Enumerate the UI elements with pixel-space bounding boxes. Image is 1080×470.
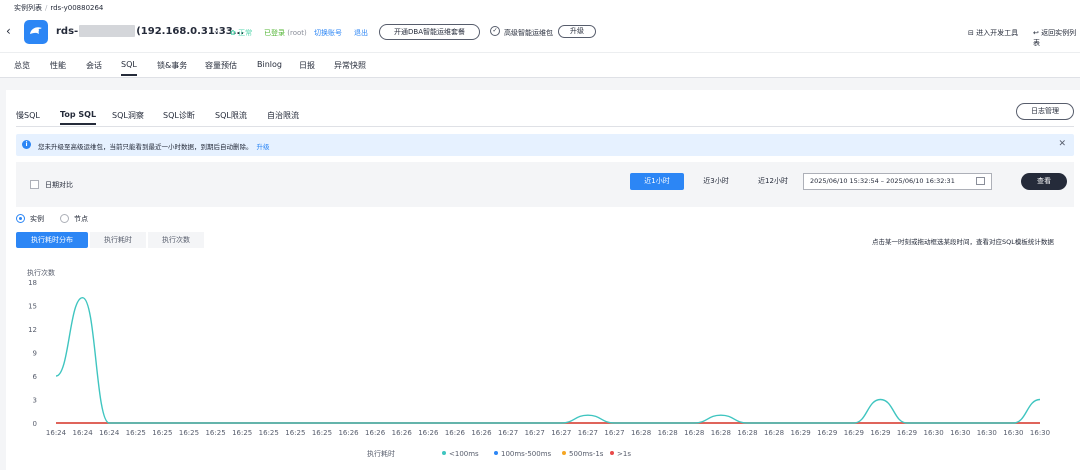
- tab-daily[interactable]: 日报: [299, 60, 315, 71]
- login-status: 已登录 (root): [264, 28, 307, 38]
- x-tick-label: 16:30: [977, 429, 997, 437]
- x-tick-label: 16:24: [99, 429, 120, 437]
- instance-name-suffix: (192.168.0.31:33...: [136, 26, 245, 37]
- export-icon: ⊟: [968, 29, 974, 37]
- y-tick-label: 15: [28, 303, 37, 311]
- status-badge: ✿ 正常: [230, 29, 253, 37]
- status-ok-text: 正常: [238, 29, 253, 37]
- login-user: (root): [287, 29, 307, 37]
- x-tick-label: 16:29: [870, 429, 890, 437]
- x-tick-label: 16:25: [152, 429, 172, 437]
- x-tick-label: 16:30: [950, 429, 970, 437]
- upgrade-button[interactable]: 升级: [558, 25, 596, 38]
- x-tick-label: 16:27: [604, 429, 624, 437]
- package-label: 高级智能运维包: [504, 29, 553, 37]
- redacted-mask: [79, 25, 136, 37]
- x-tick-label: 16:28: [658, 429, 678, 437]
- x-tick-label: 16:24: [46, 429, 67, 437]
- breadcrumb-current: rds-y00880264: [50, 4, 104, 12]
- rds-dolphin-icon: [24, 20, 48, 44]
- legend-label: 100ms-500ms: [501, 450, 552, 458]
- x-tick-label: 16:26: [445, 429, 466, 437]
- tab-sql[interactable]: SQL: [121, 60, 137, 76]
- return-icon: ↩: [1033, 29, 1039, 37]
- breadcrumb-separator: /: [45, 4, 48, 12]
- x-tick-label: 16:28: [684, 429, 704, 437]
- legend-label: >1s: [617, 450, 631, 458]
- x-tick-label: 16:30: [1003, 429, 1023, 437]
- x-tick-label: 16:25: [179, 429, 199, 437]
- x-tick-label: 16:29: [844, 429, 864, 437]
- open-dba-button[interactable]: 开通DBA智能运维套餐: [379, 24, 480, 40]
- tab-overview[interactable]: 总览: [14, 60, 30, 71]
- y-tick-label: 0: [33, 420, 37, 428]
- switch-account-link[interactable]: 切换账号: [314, 28, 342, 38]
- x-tick-label: 16:25: [232, 429, 252, 437]
- logout-link[interactable]: 退出: [354, 28, 368, 38]
- legend-marker: [442, 451, 446, 455]
- dev-tool-link[interactable]: ⊟ 进入开发工具: [968, 28, 1018, 38]
- y-tick-label: 9: [33, 350, 37, 358]
- x-tick-label: 16:25: [259, 429, 279, 437]
- x-tick-label: 16:26: [338, 429, 359, 437]
- x-tick-label: 16:25: [205, 429, 225, 437]
- tab-capacity[interactable]: 容量预估: [205, 60, 237, 71]
- breadcrumb: 实例列表 / rds-y00880264: [14, 3, 103, 13]
- instance-name-prefix: rds-: [56, 26, 79, 37]
- tab-snapshot[interactable]: 异常快照: [334, 60, 366, 71]
- dev-tool-label: 进入开发工具: [976, 29, 1019, 37]
- page-header: 实例列表 / rds-y00880264 ‹ rds- (192.168.0.31:3…: [0, 0, 1080, 52]
- x-tick-label: 16:26: [392, 429, 413, 437]
- x-tick-label: 16:25: [126, 429, 146, 437]
- tab-locks[interactable]: 锁&事务: [157, 60, 187, 71]
- breadcrumb-parent[interactable]: 实例列表: [14, 4, 42, 12]
- y-tick-label: 12: [28, 326, 37, 334]
- x-tick-label: 16:29: [817, 429, 837, 437]
- legend-marker: [562, 451, 566, 455]
- duration-chart[interactable]: 执行次数 0 3 6 9 12 15 18 16:24 16:24 16:24 16:25 16:25 1…: [6, 90, 1080, 470]
- y-axis-label: 执行次数: [27, 268, 55, 277]
- x-tick-label: 16:28: [631, 429, 651, 437]
- back-list-link[interactable]: ↩ 返回实例列表: [1033, 28, 1080, 48]
- y-tick-label: 18: [28, 279, 37, 287]
- chevron-down-icon[interactable]: ⌄: [213, 26, 220, 35]
- tab-binlog[interactable]: Binlog: [257, 60, 282, 69]
- tab-performance[interactable]: 性能: [50, 60, 66, 71]
- content-card: 慢SQL Top SQL SQL洞察 SQL诊断 SQL限流 自治限流 日志管理…: [6, 90, 1080, 470]
- x-tick-label: 16:26: [418, 429, 439, 437]
- x-tick-label: 16:25: [285, 429, 305, 437]
- x-tick-label: 16:27: [578, 429, 598, 437]
- series-line: [55, 296, 1041, 424]
- x-tick-label: 16:30: [1030, 429, 1050, 437]
- x-tick-label: 16:27: [525, 429, 545, 437]
- x-tick-label: 16:25: [312, 429, 332, 437]
- main-tabs: 总览 性能 会话 SQL 锁&事务 容量预估 Binlog 日报 异常快照: [0, 52, 1080, 78]
- x-tick-label: 16:28: [711, 429, 731, 437]
- y-tick-label: 3: [33, 397, 37, 405]
- back-arrow-icon[interactable]: ‹: [6, 24, 11, 38]
- legend-label: 500ms-1s: [569, 450, 604, 458]
- back-list-label: 返回实例列表: [1033, 29, 1077, 47]
- x-tick-label: 16:24: [73, 429, 94, 437]
- legend-marker: [610, 451, 614, 455]
- legend-marker: [494, 451, 498, 455]
- x-tick-label: 16:26: [365, 429, 386, 437]
- x-tick-label: 16:28: [737, 429, 757, 437]
- x-axis-label: 执行耗时: [367, 449, 395, 458]
- login-status-text: 已登录: [264, 29, 285, 37]
- y-tick-label: 6: [33, 373, 38, 381]
- x-tick-label: 16:29: [897, 429, 917, 437]
- tab-session[interactable]: 会话: [86, 60, 102, 71]
- x-tick-label: 16:30: [924, 429, 944, 437]
- x-tick-label: 16:27: [498, 429, 518, 437]
- x-tick-label: 16:29: [791, 429, 811, 437]
- check-circle-icon: ✓: [490, 26, 500, 36]
- x-tick-label: 16:26: [471, 429, 492, 437]
- legend-label: <100ms: [449, 450, 479, 458]
- x-tick-label: 16:28: [764, 429, 784, 437]
- x-tick-label: 16:27: [551, 429, 571, 437]
